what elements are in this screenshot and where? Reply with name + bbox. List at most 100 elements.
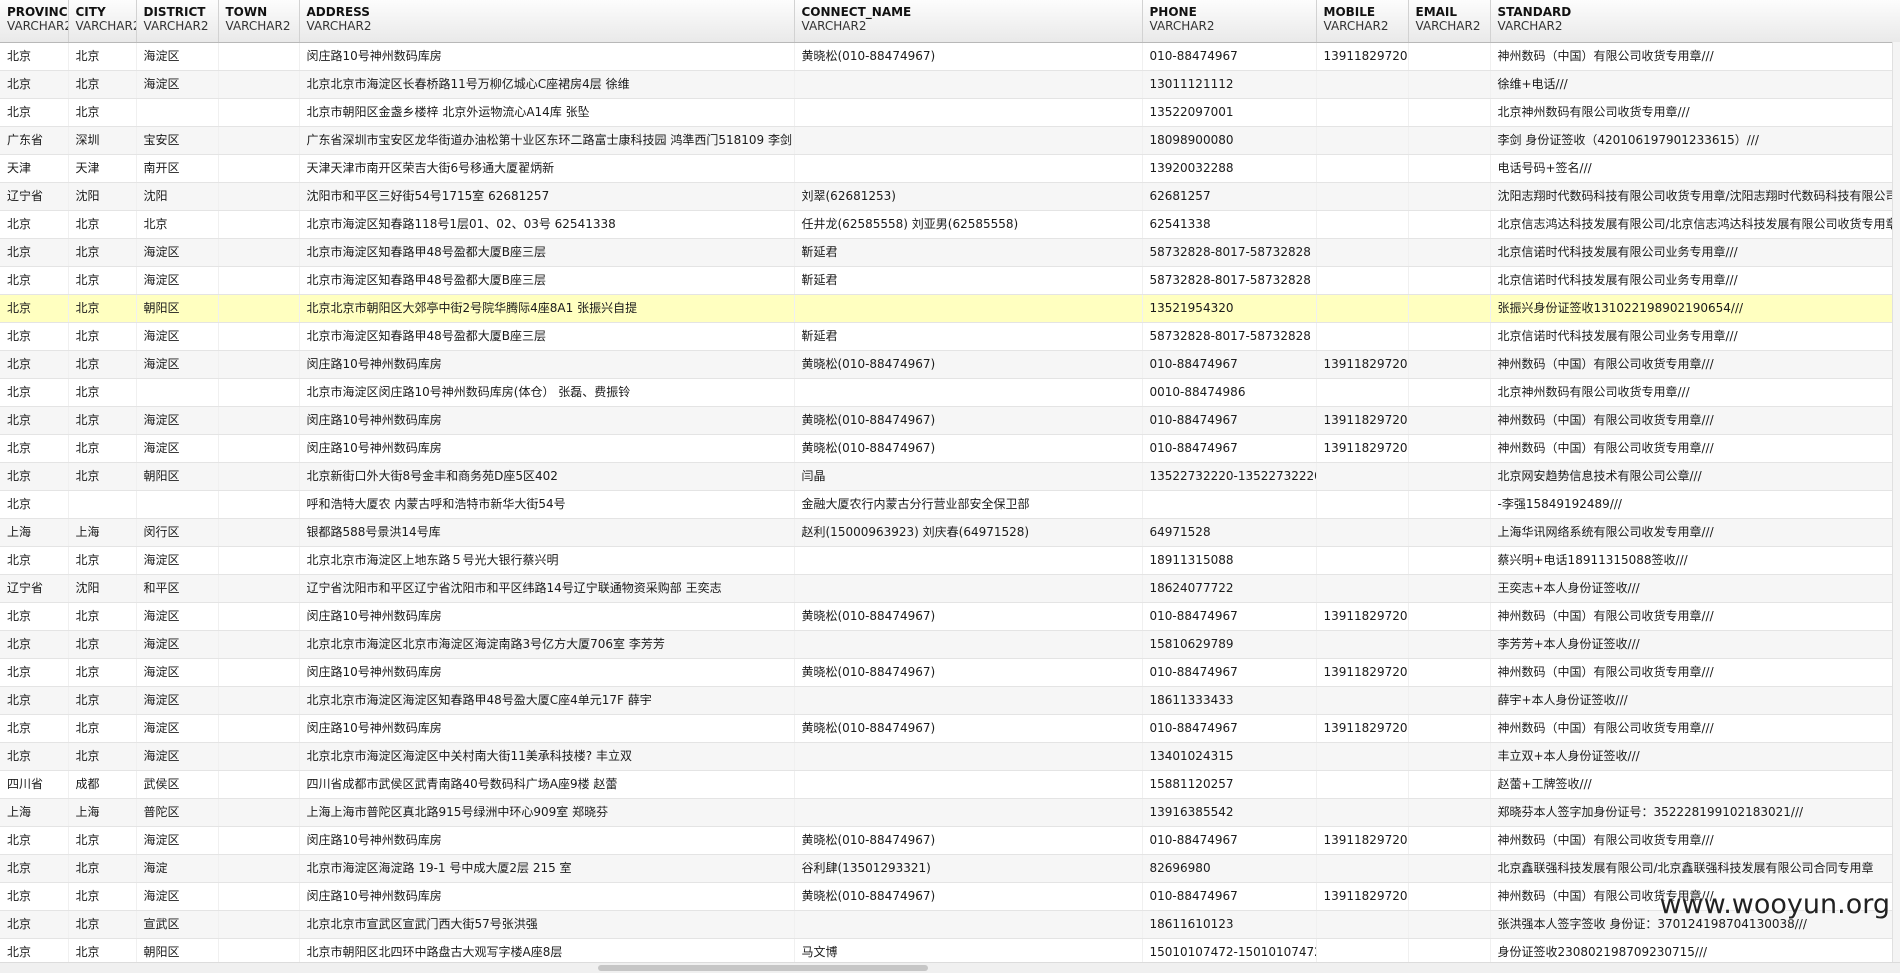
cell-town[interactable]: [218, 714, 299, 742]
table-row[interactable]: 天津天津南开区天津天津市南开区荣吉大街6号移通大厦翟炳新13920032288电…: [0, 154, 1900, 182]
cell-city[interactable]: 北京: [68, 630, 136, 658]
table-row[interactable]: 广东省深圳宝安区广东省深圳市宝安区龙华街道办油松第十业区东环二路富士康科技园 鸿…: [0, 126, 1900, 154]
cell-district[interactable]: 海淀区: [136, 350, 218, 378]
cell-standard[interactable]: 蔡兴明+电话18911315088签收///: [1490, 546, 1900, 574]
cell-town[interactable]: [218, 98, 299, 126]
cell-standard[interactable]: 北京神州数码有限公司收货专用章///: [1490, 378, 1900, 406]
cell-city[interactable]: 上海: [68, 798, 136, 826]
cell-standard[interactable]: 李芳芳+本人身份证签收///: [1490, 630, 1900, 658]
cell-phone[interactable]: 58732828-8017-58732828: [1142, 266, 1316, 294]
table-row[interactable]: 北京北京朝阳区北京北京市朝阳区大郊亭中街2号院华腾际4座8A1 张振兴自提135…: [0, 294, 1900, 322]
cell-connect-name[interactable]: [794, 98, 1142, 126]
cell-address[interactable]: 北京北京市海淀区北京市海淀区海淀南路3号亿方大厦706室 李芳芳: [299, 630, 794, 658]
cell-mobile[interactable]: 13911829720: [1316, 42, 1408, 70]
cell-phone[interactable]: 15810629789: [1142, 630, 1316, 658]
cell-connect-name[interactable]: [794, 798, 1142, 826]
cell-district[interactable]: 海淀区: [136, 266, 218, 294]
cell-connect-name[interactable]: 任井龙(62585558) 刘亚男(62585558): [794, 210, 1142, 238]
cell-address[interactable]: 北京新街口外大街8号金丰和商务苑D座5区402: [299, 462, 794, 490]
cell-connect-name[interactable]: 黄晓松(010-88474967): [794, 714, 1142, 742]
cell-phone[interactable]: 58732828-8017-58732828: [1142, 322, 1316, 350]
cell-district[interactable]: 朝阳区: [136, 294, 218, 322]
cell-address[interactable]: 北京北京市海淀区海淀区知春路甲48号盈大厦C座4单元17F 薛宇: [299, 686, 794, 714]
table-row[interactable]: 北京北京海淀区闵庄路10号神州数码库房黄晓松(010-88474967)010-…: [0, 406, 1900, 434]
cell-connect-name[interactable]: 靳延君: [794, 238, 1142, 266]
cell-province[interactable]: 北京: [0, 98, 68, 126]
cell-connect-name[interactable]: 黄晓松(010-88474967): [794, 658, 1142, 686]
cell-province[interactable]: 上海: [0, 518, 68, 546]
cell-district[interactable]: 武侯区: [136, 770, 218, 798]
cell-connect-name[interactable]: 闫晶: [794, 462, 1142, 490]
cell-province[interactable]: 北京: [0, 742, 68, 770]
cell-email[interactable]: [1408, 798, 1490, 826]
cell-connect-name[interactable]: [794, 686, 1142, 714]
cell-town[interactable]: [218, 602, 299, 630]
cell-city[interactable]: 北京: [68, 70, 136, 98]
table-row[interactable]: 北京北京海淀区闵庄路10号神州数码库房黄晓松(010-88474967)010-…: [0, 658, 1900, 686]
cell-mobile[interactable]: [1316, 742, 1408, 770]
cell-town[interactable]: [218, 854, 299, 882]
cell-address[interactable]: 北京北京市海淀区上地东路５号光大银行蔡兴明: [299, 546, 794, 574]
cell-connect-name[interactable]: 靳延君: [794, 266, 1142, 294]
cell-email[interactable]: [1408, 322, 1490, 350]
cell-standard[interactable]: 北京网安趋势信息技术有限公司公章///: [1490, 462, 1900, 490]
cell-address[interactable]: 呼和浩特大厦农 内蒙古呼和浩特市新华大街54号: [299, 490, 794, 518]
cell-address[interactable]: 北京北京市海淀区海淀区中关村南大街11美承科技楼? 丰立双: [299, 742, 794, 770]
cell-standard[interactable]: 北京信诺时代科技发展有限公司业务专用章///: [1490, 266, 1900, 294]
cell-address[interactable]: 闵庄路10号神州数码库房: [299, 602, 794, 630]
cell-email[interactable]: [1408, 574, 1490, 602]
cell-province[interactable]: 北京: [0, 546, 68, 574]
cell-standard[interactable]: 电话号码+签名///: [1490, 154, 1900, 182]
cell-district[interactable]: 朝阳区: [136, 462, 218, 490]
cell-email[interactable]: [1408, 378, 1490, 406]
cell-district[interactable]: 海淀区: [136, 714, 218, 742]
cell-mobile[interactable]: [1316, 854, 1408, 882]
cell-city[interactable]: 沈阳: [68, 574, 136, 602]
cell-standard[interactable]: 神州数码（中国）有限公司收货专用章///: [1490, 826, 1900, 854]
table-row[interactable]: 北京北京朝阳区北京新街口外大街8号金丰和商务苑D座5区402闫晶13522732…: [0, 462, 1900, 490]
cell-mobile[interactable]: [1316, 910, 1408, 938]
cell-district[interactable]: [136, 98, 218, 126]
cell-address[interactable]: 北京市海淀区知春路118号1层01、02、03号 62541338: [299, 210, 794, 238]
cell-town[interactable]: [218, 406, 299, 434]
table-row[interactable]: 北京北京海淀区北京北京市海淀区长春桥路11号万柳亿城心C座裙房4层 徐维1301…: [0, 70, 1900, 98]
cell-mobile[interactable]: 13911829720: [1316, 434, 1408, 462]
cell-address[interactable]: 四川省成都市武侯区武青南路40号数码科广场A座9楼 赵蕾: [299, 770, 794, 798]
cell-email[interactable]: [1408, 518, 1490, 546]
cell-connect-name[interactable]: 谷利肆(13501293321): [794, 854, 1142, 882]
cell-address[interactable]: 闵庄路10号神州数码库房: [299, 714, 794, 742]
cell-address[interactable]: 北京市海淀区闵庄路10号神州数码库房(体仓） 张磊、费振铃: [299, 378, 794, 406]
cell-town[interactable]: [218, 210, 299, 238]
cell-city[interactable]: 北京: [68, 742, 136, 770]
cell-standard[interactable]: 神州数码（中国）有限公司收货专用章///: [1490, 602, 1900, 630]
cell-province[interactable]: 北京: [0, 826, 68, 854]
cell-address[interactable]: 北京市海淀区海淀路 19-1 号中成大厦2层 215 室: [299, 854, 794, 882]
cell-town[interactable]: [218, 238, 299, 266]
cell-mobile[interactable]: 13911829720: [1316, 602, 1408, 630]
cell-town[interactable]: [218, 686, 299, 714]
cell-town[interactable]: [218, 378, 299, 406]
cell-phone[interactable]: 13920032288: [1142, 154, 1316, 182]
cell-district[interactable]: 海淀区: [136, 742, 218, 770]
cell-city[interactable]: 北京: [68, 350, 136, 378]
cell-email[interactable]: [1408, 350, 1490, 378]
cell-province[interactable]: 北京: [0, 714, 68, 742]
column-header-standard[interactable]: STANDARDVARCHAR2: [1490, 0, 1900, 42]
column-header-town[interactable]: TOWNVARCHAR2: [218, 0, 299, 42]
cell-city[interactable]: 天津: [68, 154, 136, 182]
cell-email[interactable]: [1408, 658, 1490, 686]
cell-town[interactable]: [218, 910, 299, 938]
column-header-city[interactable]: CITYVARCHAR2: [68, 0, 136, 42]
cell-town[interactable]: [218, 546, 299, 574]
cell-city[interactable]: [68, 490, 136, 518]
table-row[interactable]: 北京北京海淀区闵庄路10号神州数码库房黄晓松(010-88474967)010-…: [0, 882, 1900, 910]
cell-phone[interactable]: 62681257: [1142, 182, 1316, 210]
table-row[interactable]: 北京北京海淀区北京北京市海淀区海淀区知春路甲48号盈大厦C座4单元17F 薛宇1…: [0, 686, 1900, 714]
cell-mobile[interactable]: [1316, 322, 1408, 350]
cell-address[interactable]: 闵庄路10号神州数码库房: [299, 658, 794, 686]
table-row[interactable]: 辽宁省沈阳和平区辽宁省沈阳市和平区辽宁省沈阳市和平区纬路14号辽宁联通物资采购部…: [0, 574, 1900, 602]
cell-phone[interactable]: 18098900080: [1142, 126, 1316, 154]
cell-province[interactable]: 辽宁省: [0, 182, 68, 210]
table-row[interactable]: 北京北京北京市海淀区闵庄路10号神州数码库房(体仓） 张磊、费振铃0010-88…: [0, 378, 1900, 406]
cell-town[interactable]: [218, 798, 299, 826]
